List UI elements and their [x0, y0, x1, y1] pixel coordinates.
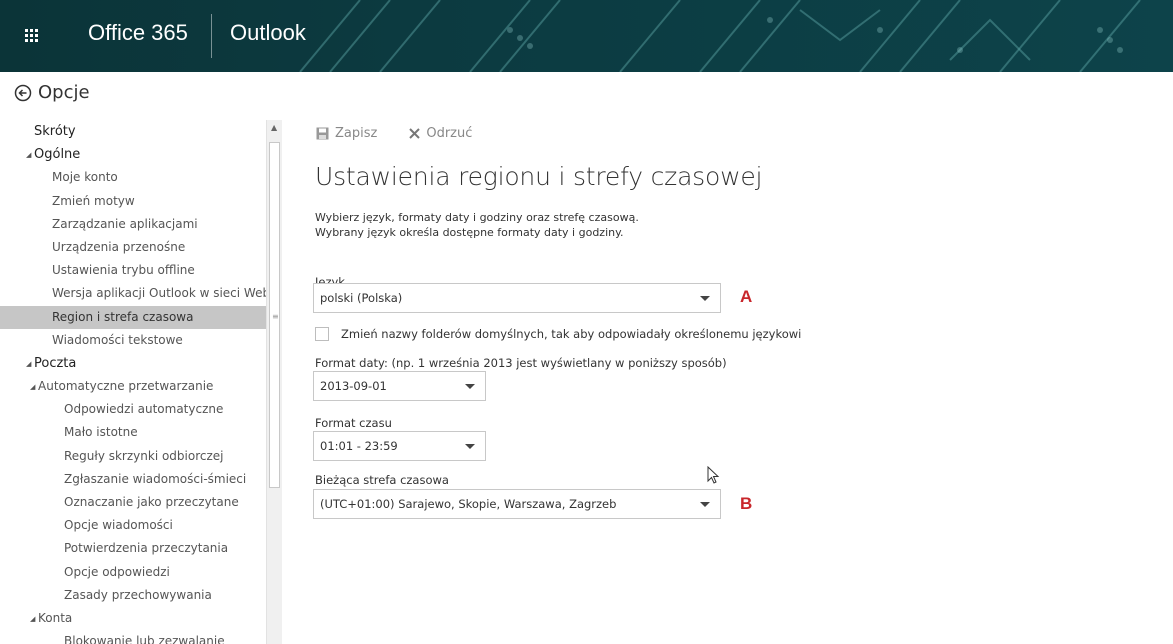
nav-item-label: Opcje odpowiedzi	[64, 564, 170, 579]
nav-item-label: Zmień motyw	[52, 193, 135, 208]
nav-item[interactable]: Zgłaszanie wiadomości-śmieci	[0, 468, 266, 491]
time-format-value: 01:01 - 23:59	[320, 439, 398, 453]
date-format-value: 2013-09-01	[320, 379, 387, 393]
language-value: polski (Polska)	[320, 291, 403, 305]
chevron-down-icon	[700, 502, 710, 507]
chevron-down-icon	[465, 384, 475, 389]
nav-item-label: Zarządzanie aplikacjami	[52, 216, 198, 231]
nav-item[interactable]: ◢ Ogólne	[0, 143, 266, 166]
nav-item[interactable]: Reguły skrzynki odbiorczej	[0, 445, 266, 468]
settings-description: Wybierz język, formaty daty i godziny or…	[315, 210, 639, 240]
nav-item[interactable]: Mało istotne	[0, 421, 266, 444]
nav-item[interactable]: Oznaczanie jako przeczytane	[0, 491, 266, 514]
marker-a: A	[740, 287, 753, 306]
nav-item-label: Potwierdzenia przeczytania	[64, 541, 229, 556]
nav-item[interactable]: Odpowiedzi automatyczne	[0, 398, 266, 421]
discard-button[interactable]: Odrzuć	[409, 126, 472, 141]
date-format-select[interactable]: 2013-09-01	[313, 371, 486, 401]
timezone-select[interactable]: (UTC+01:00) Sarajewo, Skopie, Warszawa, …	[313, 489, 721, 519]
nav-item[interactable]: Moje konto	[0, 166, 266, 189]
nav-item[interactable]: Opcje wiadomości	[0, 514, 266, 537]
nav-item-label: Urządzenia przenośne	[52, 239, 186, 254]
nav-item[interactable]: Skróty	[0, 120, 266, 143]
save-button[interactable]: Zapisz	[316, 126, 377, 141]
nav-item-label: Oznaczanie jako przeczytane	[64, 495, 239, 509]
page-title: Opcje	[38, 82, 90, 103]
nav-item-label: Ustawienia trybu offline	[52, 263, 195, 278]
settings-title: Ustawienia regionu i strefy czasowej	[315, 162, 763, 191]
nav-item[interactable]: Potwierdzenia przeczytania	[0, 537, 266, 560]
nav-item-label: Skróty	[34, 124, 76, 139]
top-bar: Office 365 Outlook	[0, 0, 1173, 72]
nav-item[interactable]: ◢ Automatyczne przetwarzanie	[0, 375, 266, 398]
nav-item[interactable]: Zarządzanie aplikacjami	[0, 213, 266, 236]
nav-item[interactable]: Zasady przechowywania	[0, 584, 266, 607]
rename-folders-label[interactable]: Zmień nazwy folderów domyślnych, tak aby…	[341, 327, 801, 341]
discard-label: Odrzuć	[426, 126, 473, 141]
nav-item[interactable]: Wiadomości tekstowe	[0, 329, 266, 352]
options-back-link[interactable]: Opcje	[14, 82, 90, 103]
x-icon	[409, 128, 421, 139]
save-label: Zapisz	[335, 126, 378, 141]
back-arrow-icon	[14, 84, 32, 101]
brand-divider	[211, 14, 212, 58]
app-title[interactable]: Outlook	[230, 20, 306, 46]
nav-item-label: Wersja aplikacji Outlook w sieci Web	[52, 286, 266, 301]
description-line: Wybrany język określa dostępne formaty d…	[315, 226, 624, 239]
nav-item-label: Mało istotne	[64, 425, 138, 440]
nav-item-label: Wiadomości tekstowe	[52, 332, 183, 347]
options-nav: Skróty ◢ Ogólne Moje konto Zmień motyw Zarząd…	[0, 120, 266, 644]
nav-item[interactable]: Blokowanie lub zezwalanie	[0, 630, 266, 644]
nav-scrollbar[interactable]: ▲ ≡	[266, 120, 282, 644]
timezone-label: Bieżąca strefa czasowa	[315, 473, 449, 487]
nav-item-label: Odpowiedzi automatyczne	[64, 402, 224, 417]
nav-item-label: Opcje wiadomości	[64, 518, 173, 533]
description-line: Wybierz język, formaty daty i godziny or…	[315, 211, 639, 224]
nav-item-label: Moje konto	[52, 170, 118, 185]
time-format-label: Format czasu	[315, 416, 392, 430]
app-launcher-icon	[25, 29, 38, 42]
nav-item[interactable]: ◢ Konta	[0, 607, 266, 630]
scroll-up-arrow-icon[interactable]: ▲	[271, 123, 277, 132]
nav-item[interactable]: Region i strefa czasowa	[0, 305, 266, 329]
nav-item[interactable]: Zmień motyw	[0, 190, 266, 213]
nav-item-label: Ogólne	[34, 147, 81, 163]
mouse-pointer-icon	[707, 466, 720, 484]
nav-item-label: Konta	[38, 610, 73, 625]
nav-item-label: Zgłaszanie wiadomości-śmieci	[64, 471, 247, 486]
time-format-select[interactable]: 01:01 - 23:59	[313, 431, 486, 461]
nav-item[interactable]: Ustawienia trybu offline	[0, 259, 266, 282]
nav-item[interactable]: Opcje odpowiedzi	[0, 561, 266, 584]
command-bar: Zapisz Odrzuć	[316, 126, 472, 141]
nav-item-label: Automatyczne przetwarzanie	[38, 379, 214, 394]
scrollbar-thumb[interactable]: ≡	[269, 142, 280, 488]
brand-title[interactable]: Office 365	[88, 20, 188, 46]
chevron-down-icon	[465, 444, 475, 449]
nav-item[interactable]: Urządzenia przenośne	[0, 236, 266, 259]
nav-item-label: Poczta	[34, 355, 77, 371]
expand-triangle-icon[interactable]: ◢	[30, 376, 38, 399]
rename-folders-checkbox[interactable]	[315, 327, 329, 341]
nav-item-label: Region i strefa czasowa	[52, 309, 194, 324]
timezone-value: (UTC+01:00) Sarajewo, Skopie, Warszawa, …	[320, 497, 617, 511]
date-format-label: Format daty: (np. 1 września 2013 jest w…	[315, 356, 727, 370]
nav-item-label: Reguły skrzynki odbiorczej	[64, 448, 224, 463]
nav-item[interactable]: ◢ Poczta	[0, 352, 266, 375]
nav-item[interactable]: Wersja aplikacji Outlook w sieci Web	[0, 282, 266, 305]
language-select[interactable]: polski (Polska)	[313, 283, 721, 313]
grip-icon: ≡	[272, 312, 279, 321]
chevron-down-icon	[700, 296, 710, 301]
nav-item-label: Blokowanie lub zezwalanie	[64, 634, 225, 644]
expand-triangle-icon[interactable]: ◢	[26, 353, 34, 376]
expand-triangle-icon[interactable]: ◢	[26, 144, 34, 167]
expand-triangle-icon[interactable]: ◢	[30, 608, 38, 631]
nav-item-label: Zasady przechowywania	[64, 587, 212, 602]
app-launcher-button[interactable]	[0, 0, 64, 72]
floppy-disk-icon	[316, 127, 329, 140]
marker-b: B	[740, 494, 753, 513]
